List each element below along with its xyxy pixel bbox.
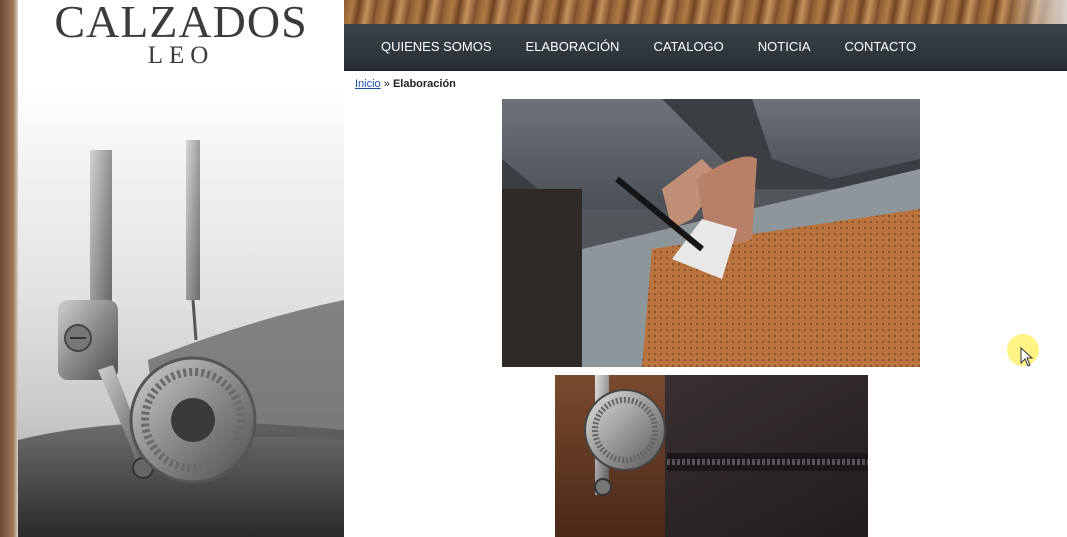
leather-edge — [0, 0, 18, 537]
breadcrumb-home-link[interactable]: Inicio — [355, 78, 381, 90]
brand-name-top: CALZADOS — [54, 0, 308, 47]
leather-cutting-illustration — [502, 99, 920, 367]
header-band-fade — [1007, 0, 1067, 24]
sewing-machine-image — [18, 140, 344, 537]
leather-zipper-photo — [555, 375, 868, 537]
main-navigation: QUIENES SOMOS ELABORACIÓN CATALOGO NOTIC… — [344, 24, 1067, 71]
nav-item-noticia[interactable]: NOTICIA — [758, 39, 811, 54]
mouse-pointer-icon — [1020, 347, 1034, 367]
breadcrumb: Inicio » Elaboración — [355, 78, 456, 90]
breadcrumb-current: Elaboración — [392, 78, 456, 90]
breadcrumb-separator: » — [383, 78, 390, 90]
leather-header-band — [344, 0, 1067, 24]
sidebar-banner: CALZADOS LEO — [18, 0, 344, 537]
nav-item-contacto[interactable]: CONTACTO — [845, 39, 917, 54]
nav-item-quienes-somos[interactable]: QUIENES SOMOS — [381, 39, 492, 54]
leather-cutting-photo — [502, 99, 920, 367]
brand-name-bottom: LEO — [147, 42, 215, 69]
nav-item-catalogo[interactable]: CATALOGO — [653, 39, 723, 54]
zipper-sewing-illustration — [555, 375, 868, 537]
nav-item-elaboracion[interactable]: ELABORACIÓN — [526, 39, 620, 54]
brand-logo[interactable]: CALZADOS LEO — [46, 0, 316, 68]
